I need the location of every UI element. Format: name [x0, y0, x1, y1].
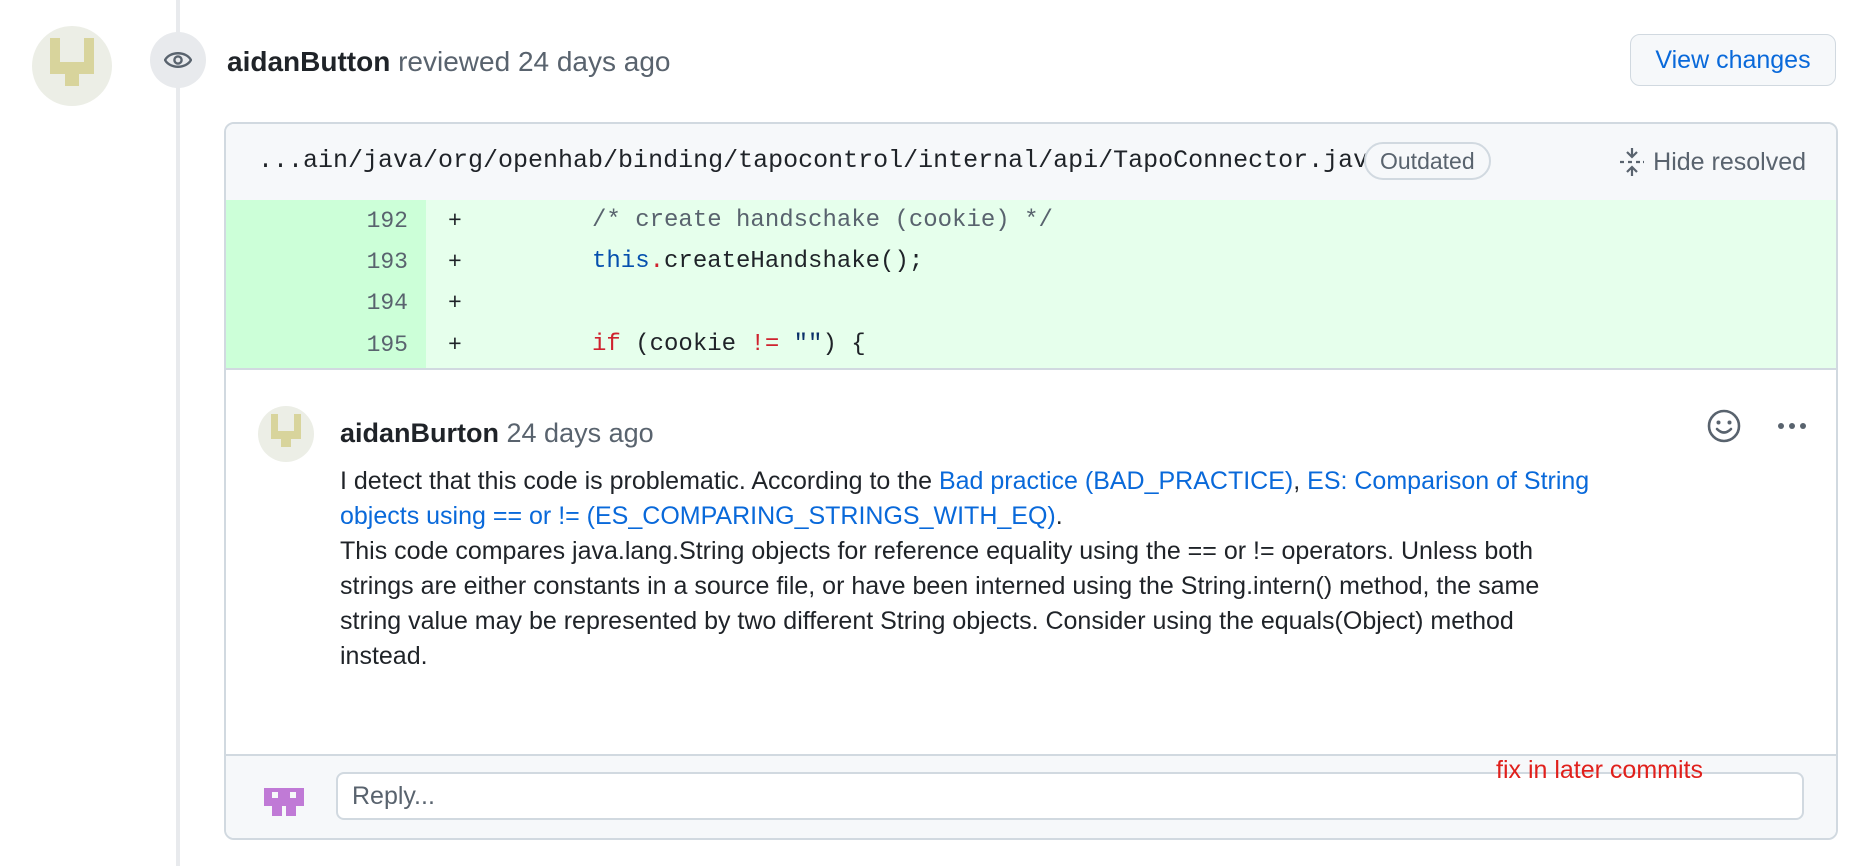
comment-time[interactable]: 24 days ago	[507, 418, 654, 448]
review-thread-panel: ...ain/java/org/openhab/binding/tapocont…	[224, 122, 1838, 840]
diff-sign: +	[448, 290, 462, 316]
view-changes-button[interactable]: View changes	[1630, 34, 1836, 86]
code-string: ""	[793, 331, 823, 358]
code-comment: /* create handschake (cookie) */	[592, 207, 1053, 234]
diff-line: 192 + /* create handschake (cookie) */	[226, 200, 1836, 242]
diff-hunk: 192 + /* create handschake (cookie) */ 1…	[226, 200, 1836, 368]
code-line: /* create handschake (cookie) */	[592, 200, 1053, 242]
kebab-dot	[1789, 423, 1795, 429]
code-this-keyword: this	[592, 248, 650, 275]
comment-separator: ,	[1293, 467, 1301, 495]
file-header: ...ain/java/org/openhab/binding/tapocont…	[226, 124, 1836, 202]
comment-author-link[interactable]: aidanBurton	[340, 418, 499, 448]
comment-intro: I detect that this code is problematic. …	[340, 467, 932, 495]
diff-sign: +	[448, 332, 462, 358]
comment-header: aidanBurton 24 days ago	[340, 418, 654, 449]
review-badge	[150, 32, 206, 88]
line-number[interactable]: 193	[226, 241, 408, 283]
review-comment: aidanBurton 24 days ago I detect that th…	[226, 368, 1836, 756]
timeline-line	[176, 0, 180, 866]
code-line: this.createHandshake();	[592, 241, 923, 283]
review-action: reviewed	[398, 46, 511, 77]
identicon-image	[271, 414, 301, 447]
identicon-image	[50, 38, 94, 86]
review-author-link[interactable]: aidanButton	[227, 46, 390, 77]
review-time[interactable]: 24 days ago	[518, 46, 671, 77]
diff-line: 195 + if (cookie != "") {	[226, 324, 1836, 366]
comment-body: I detect that this code is problematic. …	[340, 464, 1590, 674]
review-header: aidanButton reviewed 24 days ago	[227, 46, 671, 78]
line-number[interactable]: 194	[226, 282, 408, 324]
comment-intro-paragraph: I detect that this code is problematic. …	[340, 464, 1590, 534]
hide-resolved-button[interactable]: Hide resolved	[1619, 142, 1806, 182]
comment-period: .	[1055, 502, 1063, 530]
handwritten-annotation: fix in later commits	[1496, 756, 1703, 784]
fold-icon	[1620, 148, 1645, 176]
line-number[interactable]: 192	[226, 200, 408, 242]
diff-line: 194 +	[226, 282, 1836, 324]
line-number[interactable]: 195	[226, 324, 408, 366]
hide-resolved-label: Hide resolved	[1653, 147, 1806, 176]
code-call: createHandshake();	[664, 248, 924, 275]
code-operator: !=	[750, 331, 780, 358]
code-if-keyword: if	[592, 331, 621, 358]
kebab-dot	[1800, 423, 1806, 429]
reply-avatar	[260, 776, 308, 824]
kebab-dot	[1778, 423, 1784, 429]
outdated-badge: Outdated	[1364, 142, 1491, 180]
file-path-link[interactable]: ...ain/java/org/openhab/binding/tapocont…	[258, 146, 1383, 175]
author-avatar[interactable]	[32, 26, 112, 106]
smiley-icon[interactable]	[1706, 408, 1742, 444]
kebab-horizontal-icon[interactable]	[1772, 408, 1812, 444]
diff-sign: +	[448, 249, 462, 275]
diff-sign: +	[448, 208, 462, 234]
bad-practice-link[interactable]: Bad practice (BAD_PRACTICE)	[939, 467, 1293, 495]
comment-explanation: This code compares java.lang.String obje…	[340, 537, 1540, 670]
eye-icon	[164, 52, 192, 68]
comment-author-avatar[interactable]	[258, 406, 314, 462]
code-line: if (cookie != "") {	[592, 331, 866, 358]
code-dot: .	[649, 248, 665, 275]
diff-line: 193 + this.createHandshake();	[226, 241, 1836, 283]
